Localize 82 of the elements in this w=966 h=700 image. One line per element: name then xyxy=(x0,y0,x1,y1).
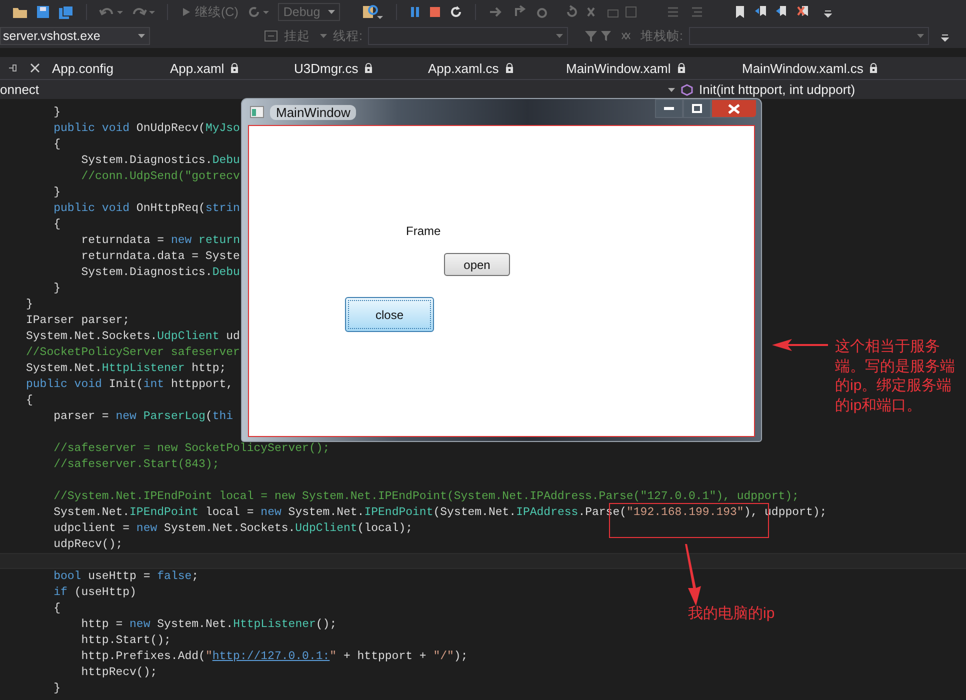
code-line: { xyxy=(52,217,61,233)
refresh-icon[interactable] xyxy=(248,6,270,18)
scope-dropdown[interactable]: onnect xyxy=(0,82,664,97)
annotation-arrow xyxy=(772,338,828,352)
app-icon xyxy=(250,106,264,118)
code-line: //System.Net.IPEndPoint local = new System.Net.IPEndPoint(System.Net.IPAddress.Parse("127.0.0.1"), udpport); xyxy=(52,489,799,505)
stack-frame-label: 堆栈帧: xyxy=(640,28,683,44)
code-line: { xyxy=(52,137,61,153)
close-icon[interactable] xyxy=(30,63,40,73)
code-line: System.Net.Sockets.UdpClient ud xyxy=(26,329,240,345)
code-line: } xyxy=(52,281,61,297)
code-line: http = new System.Net.HttpListener(); xyxy=(80,617,337,633)
pin-icon[interactable] xyxy=(8,63,18,73)
minimize-button[interactable] xyxy=(655,99,683,118)
suspend-icon xyxy=(264,30,278,42)
file-tab[interactable]: App.xaml xyxy=(168,60,278,76)
save-all-icon[interactable] xyxy=(58,4,74,20)
code-line: bool useHttp = false; xyxy=(52,569,199,585)
member-dropdown[interactable]: Init(int httpport, int udpport) xyxy=(699,82,856,97)
annotation-note: 我的电脑的ip xyxy=(688,604,775,624)
thread-label: 线程: xyxy=(333,28,362,44)
code-line: http.Prefixes.Add("http://127.0.0.1:" + httpport + "/"); xyxy=(80,649,468,665)
file-tab[interactable]: App.config xyxy=(50,60,154,76)
close-button[interactable] xyxy=(711,99,757,118)
file-tab[interactable]: App.xaml.cs xyxy=(426,60,550,76)
minimize-icon xyxy=(664,106,674,110)
window-title: MainWindow xyxy=(270,104,356,120)
play-icon xyxy=(182,7,191,17)
cube-icon xyxy=(681,84,693,96)
file-tab[interactable]: MainWindow.xaml xyxy=(564,60,726,76)
process-dropdown[interactable]: server.vshost.exe xyxy=(0,27,150,45)
code-line: } xyxy=(52,105,61,121)
code-line: IParser parser; xyxy=(26,313,130,329)
file-tab[interactable]: U3Dmgr.cs xyxy=(292,60,412,76)
caret-icon xyxy=(916,34,924,38)
code-line: if (useHttp) xyxy=(52,585,136,601)
code-line: //safeserver.Start(843); xyxy=(52,457,220,473)
close-icon xyxy=(728,104,740,114)
code-line: returndata = new return xyxy=(80,233,240,249)
code-line: System.Diagnostics.Debu xyxy=(80,153,240,169)
redo-icon[interactable] xyxy=(131,6,155,18)
caret-icon xyxy=(668,88,675,92)
code-line: System.Diagnostics.Debu xyxy=(80,265,240,281)
code-line: httpRecv(); xyxy=(80,665,158,681)
stop-icon[interactable] xyxy=(429,6,442,18)
window-button[interactable]: close xyxy=(345,297,434,332)
restart-icon[interactable] xyxy=(449,5,464,19)
suspend-label: 挂起 xyxy=(284,28,310,44)
code-line: //safeserver = new SocketPolicyServer(); xyxy=(52,441,330,457)
annotation-note: 这个相当于服务端。写的是服务端的ip。绑定服务端的ip和端口。 xyxy=(835,337,956,415)
maximize-icon xyxy=(692,104,702,113)
caret-icon xyxy=(328,10,336,14)
code-line: { xyxy=(26,393,33,409)
save-icon[interactable] xyxy=(36,5,50,19)
code-line: //conn.UdpSend("gotrecv xyxy=(80,169,240,185)
frame-label: Frame xyxy=(406,224,441,238)
code-line: } xyxy=(52,185,61,201)
code-line: public void OnUdpRecv(MyJso xyxy=(52,121,240,137)
code-line: udpRecv(); xyxy=(52,537,123,553)
code-line: parser = new ParserLog(thi xyxy=(52,409,234,425)
caret-icon xyxy=(320,34,327,38)
code-line: udpclient = new System.Net.Sockets.UdpClient(local); xyxy=(52,521,413,537)
caret-icon xyxy=(556,34,564,38)
code-line: public void OnHttpReq(strin xyxy=(52,201,240,217)
code-line: returndata.data = Syste xyxy=(80,249,240,265)
code-line: } xyxy=(26,297,33,313)
undo-icon[interactable] xyxy=(99,6,123,18)
folder-icon[interactable] xyxy=(12,5,28,19)
code-line: System.Net.HttpListener http; xyxy=(26,361,226,377)
bookmark-icon[interactable] xyxy=(734,5,746,19)
window-button[interactable]: open xyxy=(444,253,510,276)
code-line: public void Init(int httpport, xyxy=(26,377,234,393)
code-line: } xyxy=(52,681,61,697)
find-icon[interactable] xyxy=(362,4,384,20)
code-line: http.Start(); xyxy=(80,633,171,649)
code-line: //SocketPolicyServer safeserver xyxy=(26,345,240,361)
caret-icon xyxy=(138,34,145,38)
file-tab[interactable]: MainWindow.xaml.cs xyxy=(740,60,894,76)
maximize-button[interactable] xyxy=(683,99,711,118)
pause-icon[interactable] xyxy=(409,6,422,18)
code-line: { xyxy=(52,601,61,617)
code-link[interactable]: http://127.0.0.1: xyxy=(212,650,330,663)
